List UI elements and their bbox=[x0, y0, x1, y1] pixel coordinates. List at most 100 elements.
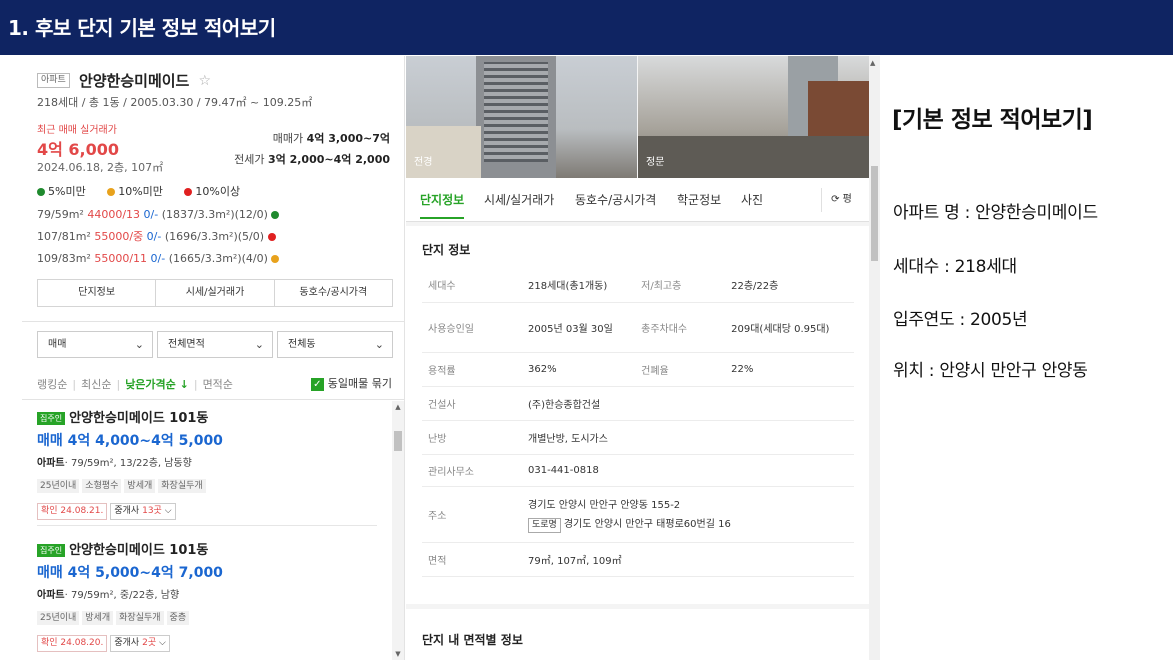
sort-area[interactable]: 면적순 bbox=[203, 378, 233, 391]
section-title: 단지 정보 bbox=[422, 243, 471, 257]
address-jibun: 경기도 안양시 만안구 안양동 155-2 bbox=[528, 499, 681, 511]
note-apt-name: 아파트 명 : 안양한승미메이드 bbox=[893, 203, 1098, 223]
banner-title: 1. 후보 단지 기본 정보 적어보기 bbox=[8, 16, 276, 40]
tag: 화장실두개 bbox=[158, 479, 206, 493]
sort-options: 랭킹순 | 최신순 | 낮은가격순 ↓ | 면적순 bbox=[37, 378, 233, 391]
chevron-down-icon: ⌵ bbox=[158, 638, 166, 648]
orange-dot-icon bbox=[107, 188, 116, 196]
legend-item: 10%이상 bbox=[184, 185, 249, 198]
sort-latest[interactable]: 최신순 bbox=[81, 378, 111, 391]
divider bbox=[37, 525, 377, 526]
sort-low-price[interactable]: 낮은가격순 ↓ bbox=[125, 378, 189, 391]
green-dot-icon bbox=[37, 188, 45, 196]
detail-scrollbar[interactable] bbox=[869, 56, 880, 660]
broker-count-button[interactable]: 중개사 2곳 ⌵ bbox=[110, 635, 170, 652]
tag: 25년이내 bbox=[37, 479, 80, 493]
tab-dong-ho[interactable]: 동호수/공시가격 bbox=[275, 280, 392, 306]
owner-badge: 집주인 bbox=[37, 412, 66, 425]
tag: 소형평수 bbox=[82, 479, 122, 493]
photo-label: 전경 bbox=[414, 157, 433, 168]
table-row: 관리사무소 031-441-0818 bbox=[422, 454, 854, 487]
confirm-date: 확인 24.08.20. bbox=[37, 635, 108, 652]
tab-photos[interactable]: 사진 bbox=[741, 191, 763, 208]
table-row: 사용승인일 2005년 03월 30일 총주차대수 209대(세대당 0.95대) bbox=[422, 302, 854, 353]
ratio-legend: 5%미만 10%미만 10%이상 bbox=[37, 183, 258, 199]
scroll-up-icon[interactable]: ▲ bbox=[392, 403, 404, 411]
area-price-list: 79/59m² 44000/13 0/- (1837/3.3m²)(12/0) … bbox=[37, 204, 282, 270]
listing-title: 안양한승미메이드 101동 bbox=[69, 411, 209, 426]
listing-title: 안양한승미메이드 101동 bbox=[69, 543, 209, 558]
tag: 중층 bbox=[166, 611, 190, 625]
red-dot-icon bbox=[267, 233, 276, 241]
area-row[interactable]: 109/83m² 55000/11 0/- (1665/3.3m²)(4/0) bbox=[37, 248, 282, 270]
broker-count-button[interactable]: 중개사 13곳 ⌵ bbox=[110, 503, 176, 520]
tab-complex-info[interactable]: 단지정보 bbox=[420, 191, 465, 219]
sale-value: 4억 3,000~7억 bbox=[306, 132, 390, 145]
photo-label: 정문 bbox=[646, 157, 665, 168]
jeonse-value: 3억 2,000~4억 2,000 bbox=[267, 153, 390, 166]
scroll-thumb[interactable] bbox=[394, 431, 402, 451]
gate-photo[interactable]: 정문 bbox=[638, 56, 869, 178]
road-shape bbox=[638, 136, 869, 178]
divider bbox=[22, 321, 404, 322]
table-row: 면적 79㎡, 107㎡, 109㎡ bbox=[422, 542, 854, 577]
note-move-in-year: 입주연도 : 2005년 bbox=[893, 310, 1028, 330]
apt-header: 아파트 안양한승미메이드 ☆ bbox=[37, 70, 394, 91]
chevron-down-icon: ⌄ bbox=[134, 338, 144, 351]
road-address-badge: 도로명 bbox=[528, 517, 561, 533]
sort-ranking[interactable]: 랭킹순 bbox=[37, 378, 67, 391]
complex-detail-panel: 전경 정문 ▲ 단지정보 시세/실거래가 동호수/공시가격 학군정보 사진 ⟳ … bbox=[406, 56, 880, 660]
chevron-down-icon: ⌄ bbox=[254, 338, 264, 351]
area-row[interactable]: 79/59m² 44000/13 0/- (1837/3.3m²)(12/0) bbox=[37, 204, 282, 226]
checkbox-checked-icon[interactable]: ✓ bbox=[310, 377, 324, 391]
bundle-toggle[interactable]: ✓ 동일매물 묶기 bbox=[310, 375, 392, 391]
tab-complex-info[interactable]: 단지정보 bbox=[38, 280, 157, 306]
tab-price[interactable]: 시세/실거래가 bbox=[156, 280, 275, 306]
listing-panel: 아파트 안양한승미메이드 ☆ 218세대 / 총 1동 / 2005.03.30… bbox=[22, 56, 405, 660]
area-select[interactable]: 전체면적 ⌄ bbox=[157, 331, 273, 358]
recent-trade-date: 2024.06.18, 2층, 107㎡ bbox=[37, 161, 164, 174]
list-item[interactable]: 집주인 안양한승미메이드 101동 매매 4억 5,000~4억 7,000 아파… bbox=[37, 539, 372, 652]
note-households: 세대수 : 218세대 bbox=[893, 257, 1017, 277]
tag: 방세개 bbox=[82, 611, 114, 625]
tab-school[interactable]: 학군정보 bbox=[677, 191, 721, 208]
type-badge: 아파트 bbox=[37, 73, 70, 88]
list-scrollbar[interactable]: ▲ ▼ bbox=[392, 401, 404, 660]
list-item[interactable]: 집주인 안양한승미메이드 101동 매매 4억 4,000~4억 5,000 아파… bbox=[37, 407, 372, 520]
note-location: 위치 : 안양시 만안구 안양동 bbox=[893, 361, 1088, 381]
scroll-up-icon[interactable]: ▲ bbox=[870, 59, 875, 67]
table-row: 세대수 218세대(총1개동) 저/최고층 22층/22층 bbox=[422, 268, 854, 303]
tag: 25년이내 bbox=[37, 611, 80, 625]
scroll-down-icon[interactable]: ▼ bbox=[392, 650, 404, 658]
tag: 화장실두개 bbox=[116, 611, 164, 625]
legend-item: 10%미만 bbox=[107, 185, 172, 198]
listing-price: 매매 4억 4,000~4억 5,000 bbox=[37, 433, 223, 449]
notes-title: [기본 정보 적어보기] bbox=[892, 107, 1093, 133]
tab-dong-ho[interactable]: 동호수/공시가격 bbox=[575, 191, 656, 208]
table-row: 주소 경기도 안양시 만안구 안양동 155-2 도로명 경기도 안양시 만안구 … bbox=[422, 486, 854, 543]
divider bbox=[22, 399, 404, 400]
low-building-shape bbox=[406, 126, 481, 178]
tab-price[interactable]: 시세/실거래가 bbox=[484, 191, 554, 208]
area-row[interactable]: 107/81m² 55000/중 0/- (1696/3.3m²)(5/0) bbox=[37, 226, 282, 248]
star-icon[interactable]: ☆ bbox=[198, 73, 211, 89]
trade-type-select[interactable]: 매매 ⌄ bbox=[37, 331, 153, 358]
table-row: 난방 개별난방, 도시가스 bbox=[422, 420, 854, 455]
confirm-date: 확인 24.08.21. bbox=[37, 503, 108, 520]
price-range: 매매가 4억 3,000~7억 전세가 3억 2,000~4억 2,000 bbox=[234, 128, 390, 170]
legend-item: 5%미만 bbox=[37, 185, 95, 198]
orange-dot-icon bbox=[271, 255, 280, 263]
section-title: 단지 내 면적별 정보 bbox=[422, 633, 523, 647]
apt-name: 안양한승미메이드 bbox=[78, 72, 190, 90]
dong-select[interactable]: 전체동 ⌄ bbox=[277, 331, 393, 358]
address-road: 경기도 안양시 만안구 태평로60번길 16 bbox=[563, 518, 731, 530]
detail-tabs: 단지정보 시세/실거래가 동호수/공시가격 학군정보 사진 ⟳ 평 bbox=[406, 178, 869, 222]
table-row: 용적률 362% 건폐율 22% bbox=[422, 352, 854, 387]
exterior-photo[interactable]: 전경 bbox=[406, 56, 637, 178]
listing-desc: 아파트· 79/59m², 중/22층, 남향 bbox=[37, 590, 180, 601]
header-banner: 1. 후보 단지 기본 정보 적어보기 bbox=[0, 0, 1173, 55]
refresh-unit-button[interactable]: ⟳ 평 bbox=[821, 188, 861, 212]
scroll-thumb[interactable] bbox=[871, 166, 878, 261]
tag: 방세개 bbox=[124, 479, 156, 493]
chevron-down-icon: ⌄ bbox=[374, 338, 384, 351]
